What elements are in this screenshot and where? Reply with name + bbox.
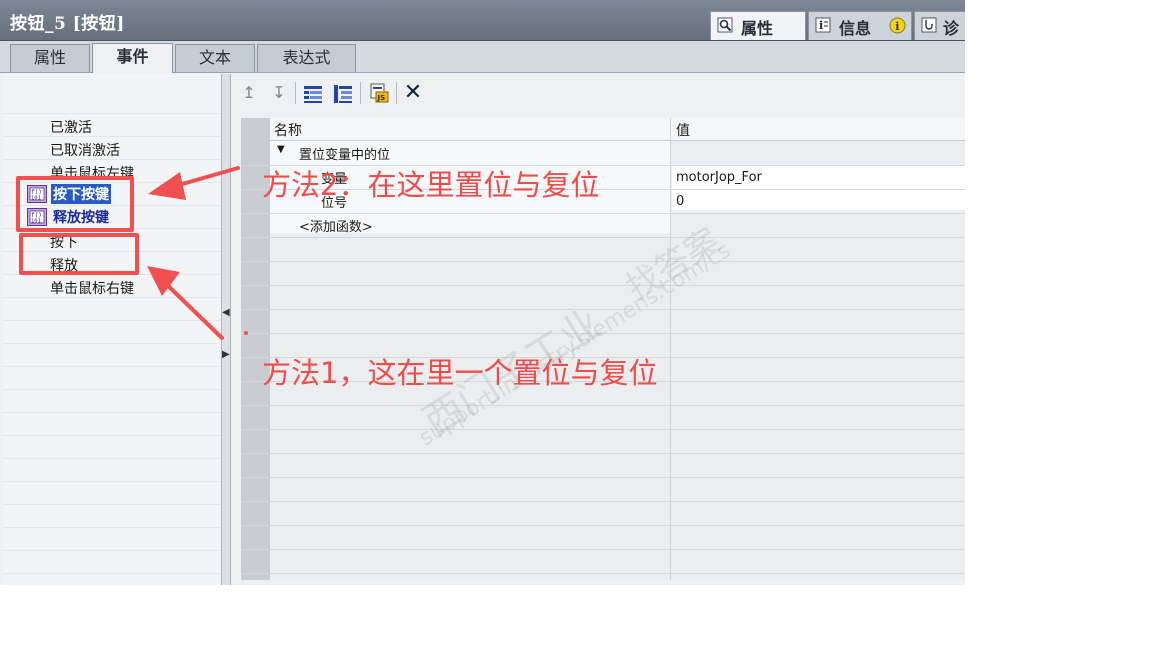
properties-window: 按钮_5 [按钮] 属性 i 信息 i 诊 属性 事件 文本 表达式 已激活 已… [0, 0, 965, 585]
annotation-arrows [147, 166, 248, 340]
